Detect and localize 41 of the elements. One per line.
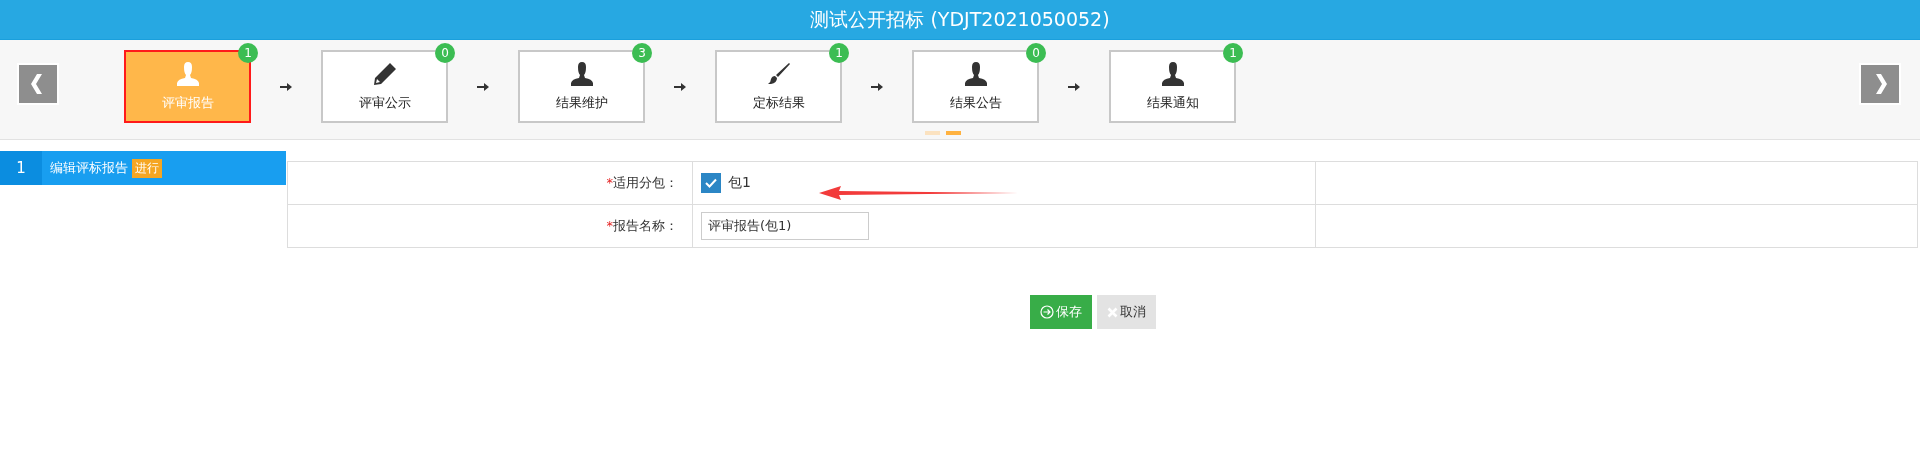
step-label: 结果公告 bbox=[949, 93, 1002, 112]
sidebar-label: 编辑评标报告 bbox=[50, 159, 128, 177]
count-badge: 1 bbox=[829, 43, 849, 63]
checkbox[interactable] bbox=[701, 173, 721, 193]
arrow-icon bbox=[871, 81, 883, 92]
brush-icon bbox=[766, 61, 791, 86]
pencil-icon bbox=[372, 61, 397, 86]
step-label: 定标结果 bbox=[752, 93, 805, 112]
status-badge: 进行 bbox=[132, 158, 162, 178]
required-mark: * bbox=[606, 218, 613, 233]
arrow-icon bbox=[1068, 81, 1080, 92]
person-icon bbox=[963, 61, 988, 86]
person-icon bbox=[175, 61, 200, 86]
previous-button[interactable] bbox=[17, 63, 59, 105]
count-badge: 3 bbox=[632, 43, 652, 63]
arrow-circle-icon bbox=[1040, 305, 1054, 319]
count-badge: 0 bbox=[435, 43, 455, 63]
count-badge: 1 bbox=[1223, 43, 1243, 63]
page-title: 测试公开招标 (YDJT2021050052) bbox=[810, 6, 1110, 32]
check-icon bbox=[705, 178, 717, 188]
close-icon bbox=[1107, 306, 1118, 318]
arrow-icon bbox=[674, 81, 686, 92]
required-mark: * bbox=[606, 175, 613, 190]
count-badge: 1 bbox=[238, 43, 258, 63]
checkbox-label: 包1 bbox=[728, 174, 751, 192]
cancel-button[interactable]: 取消 bbox=[1097, 295, 1156, 329]
label-text: 报告名称： bbox=[613, 218, 678, 233]
count-badge: 0 bbox=[1026, 43, 1046, 63]
label-text: 适用分包： bbox=[613, 175, 678, 190]
step-label: 评审报告 bbox=[161, 93, 214, 112]
step-label: 评审公示 bbox=[358, 93, 411, 112]
person-icon bbox=[1160, 61, 1185, 86]
step-label: 结果维护 bbox=[555, 93, 608, 112]
person-icon bbox=[569, 61, 594, 86]
step-label: 结果通知 bbox=[1146, 93, 1199, 112]
input-field[interactable]: 评审报告(包1) bbox=[701, 212, 869, 240]
next-button[interactable] bbox=[1859, 63, 1901, 105]
arrow-icon bbox=[280, 81, 292, 92]
arrow-icon bbox=[477, 81, 489, 92]
step-number: 1 bbox=[0, 151, 42, 185]
sidebar-item[interactable]: 1 编辑评标报告 进行 bbox=[0, 151, 286, 185]
